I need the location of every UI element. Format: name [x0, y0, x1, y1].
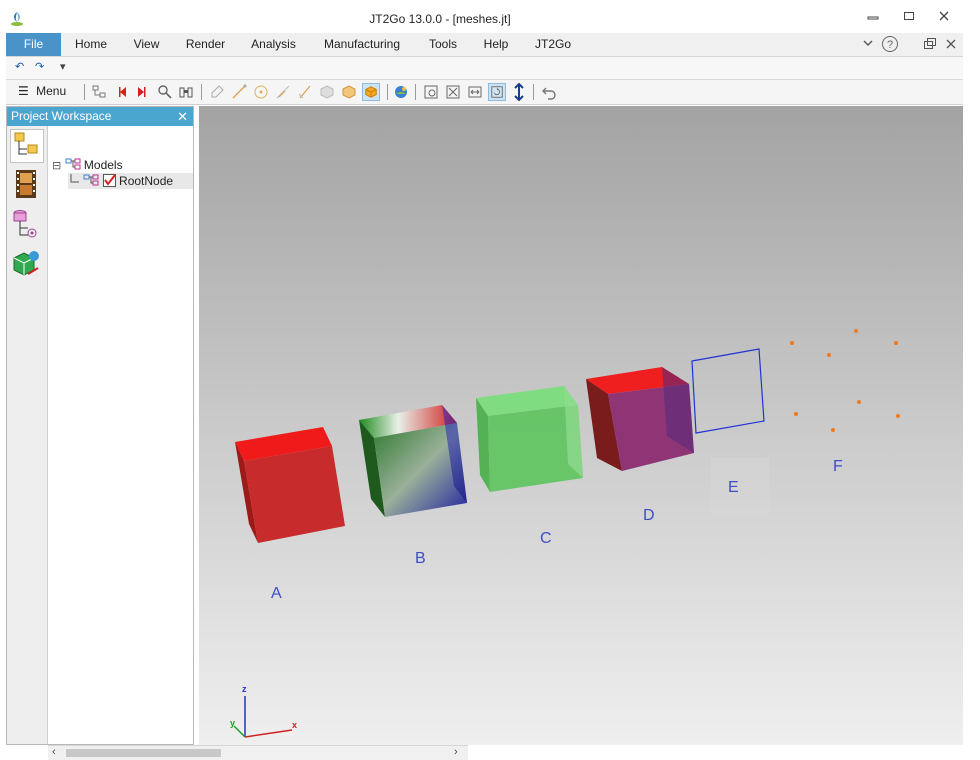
model-views-icon[interactable]: [10, 248, 44, 282]
label-d: D: [643, 507, 655, 524]
scroll-left-icon[interactable]: ‹: [52, 746, 56, 758]
redo-icon[interactable]: ↷: [35, 60, 44, 73]
label-a: A: [271, 585, 282, 602]
visibility-checkbox-icon[interactable]: [102, 174, 116, 187]
rotate-icon[interactable]: [488, 83, 506, 101]
tab-manufacturing[interactable]: Manufacturing: [316, 33, 408, 56]
window-title: JT2Go 13.0.0 - [meshes.jt]: [369, 12, 511, 26]
collapse-icon[interactable]: ⊟: [52, 160, 61, 172]
solid-box-icon[interactable]: [362, 83, 380, 101]
label-c: C: [540, 530, 552, 547]
restore-icon[interactable]: [923, 35, 937, 53]
label-b: B: [415, 550, 426, 567]
markup-icon[interactable]: [208, 83, 226, 101]
main-toolbar: ☰ Menu: [6, 80, 963, 105]
assembly-tree: ⊟ Models RootNode: [48, 126, 193, 744]
pan-icon[interactable]: [466, 83, 484, 101]
fit-all-icon[interactable]: [444, 83, 462, 101]
zoom-search-icon[interactable]: [156, 83, 174, 101]
tree-node-label: RootNode: [119, 174, 174, 188]
tab-tools[interactable]: Tools: [422, 33, 464, 56]
hamburger-icon: ☰: [18, 84, 29, 98]
toolbar-separator: [415, 84, 416, 100]
measure-circle-icon[interactable]: [252, 83, 270, 101]
tree-connector-icon: [70, 174, 79, 183]
structure-icon[interactable]: [90, 83, 108, 101]
chevron-down-icon[interactable]: [862, 35, 874, 53]
assembly-tree-icon[interactable]: [10, 129, 44, 163]
close-icon[interactable]: [944, 35, 958, 53]
3d-viewport[interactable]: A B C D E F z x y: [199, 106, 963, 745]
axis-x-label: x: [292, 720, 298, 730]
tree-node-label: Models: [83, 158, 123, 172]
tab-file[interactable]: File: [6, 33, 61, 56]
menu-button-label: Menu: [36, 84, 67, 98]
measure-distance-icon[interactable]: [296, 83, 314, 101]
binoculars-icon[interactable]: [177, 83, 195, 101]
toolbar-separator: [387, 84, 388, 100]
mesh-cube-a[interactable]: [235, 427, 345, 543]
maximize-icon: [904, 12, 914, 20]
mesh-cube-c[interactable]: [476, 386, 583, 492]
panel-header: Project Workspace ✕: [7, 107, 193, 126]
assembly-node-icon: [83, 174, 99, 186]
fit-view-icon[interactable]: [422, 83, 440, 101]
close-icon: [939, 11, 949, 21]
axis-triad: [233, 696, 293, 738]
maximize-button[interactable]: [897, 8, 921, 28]
tab-home[interactable]: Home: [66, 33, 116, 56]
film-animation-icon[interactable]: [10, 168, 44, 202]
mesh-cube-b[interactable]: [359, 405, 467, 517]
customize-qat-icon[interactable]: ▾: [60, 60, 66, 73]
label-f: F: [833, 458, 843, 475]
tab-analysis[interactable]: Analysis: [246, 33, 301, 56]
tree-node-rootnode[interactable]: RootNode: [68, 173, 193, 189]
scroll-right-icon[interactable]: ›: [454, 746, 458, 758]
undo-icon[interactable]: ↶: [15, 60, 24, 73]
close-button[interactable]: [932, 8, 956, 28]
scroll-thumb[interactable]: [66, 749, 221, 757]
point-cloud-f[interactable]: [790, 329, 900, 432]
axis-y-label: y: [230, 718, 236, 728]
shaded-box-icon[interactable]: [318, 83, 336, 101]
reset-view-icon[interactable]: [540, 83, 558, 101]
panel-close-icon[interactable]: ✕: [177, 107, 188, 126]
project-workspace-panel: Project Workspace ✕ ⊟ Models RootNode: [6, 106, 194, 745]
ribbon-tab-bar: File Home View Render Analysis Manufactu…: [6, 33, 963, 57]
horizontal-scrollbar[interactable]: ‹ ›: [48, 745, 468, 760]
tab-help[interactable]: Help: [478, 33, 514, 56]
tab-jt2go[interactable]: JT2Go: [530, 33, 576, 56]
next-icon[interactable]: [132, 83, 150, 101]
scene-canvas[interactable]: [199, 106, 963, 745]
section-box-icon[interactable]: [340, 83, 358, 101]
quick-access-toolbar: ↶ ↷ ▾: [6, 57, 963, 80]
minimize-button[interactable]: [861, 8, 885, 28]
globe-icon[interactable]: [392, 83, 410, 101]
zoom-arrows-icon[interactable]: [510, 83, 528, 101]
mesh-cube-d[interactable]: [586, 367, 694, 471]
workspace-icon-strip: [7, 126, 48, 744]
axis-z-label: z: [242, 684, 247, 694]
tab-view[interactable]: View: [124, 33, 169, 56]
toolbar-separator: [533, 84, 534, 100]
measure-line-icon[interactable]: [230, 83, 248, 101]
help-icon[interactable]: ?: [881, 35, 899, 53]
panel-title: Project Workspace: [11, 109, 112, 123]
svg-text:?: ?: [887, 39, 893, 51]
previous-icon[interactable]: [114, 83, 132, 101]
toolbar-separator: [84, 84, 85, 100]
minimize-icon: [867, 16, 879, 20]
tree-node-models[interactable]: ⊟ Models: [52, 157, 123, 173]
tab-render[interactable]: Render: [178, 33, 233, 56]
menu-button[interactable]: ☰ Menu: [18, 84, 66, 98]
database-views-icon[interactable]: [10, 208, 44, 242]
label-e: E: [728, 479, 739, 496]
measure-angle-icon[interactable]: [274, 83, 292, 101]
toolbar-separator: [201, 84, 202, 100]
title-bar: JT2Go 13.0.0 - [meshes.jt]: [0, 0, 980, 33]
window-frame-right: [963, 33, 980, 759]
assembly-node-icon: [65, 158, 81, 170]
